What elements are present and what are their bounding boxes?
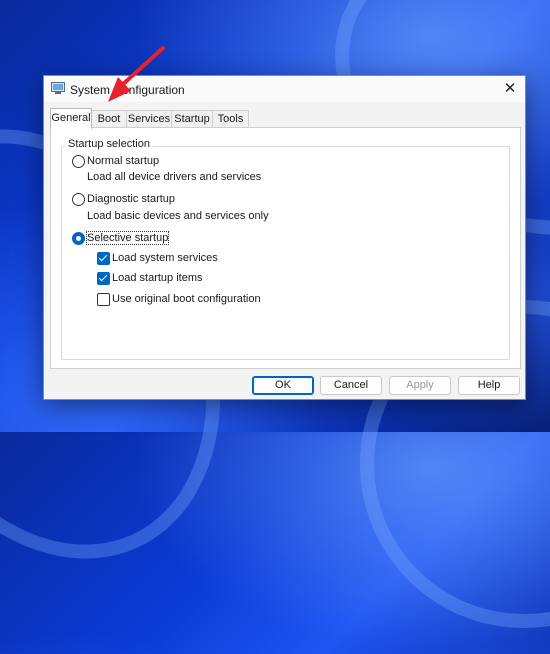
system-configuration-icon: [51, 82, 65, 94]
close-button[interactable]: ✕: [495, 76, 525, 102]
cancel-button[interactable]: Cancel: [320, 376, 382, 395]
general-tab-panel: Startup selection Normal startup Load al…: [50, 127, 521, 369]
normal-startup-radio[interactable]: [72, 155, 85, 168]
title-bar: System Configuration ✕: [44, 76, 525, 102]
tab-boot[interactable]: Boot: [91, 110, 127, 128]
tab-services[interactable]: Services: [126, 110, 172, 128]
load-startup-items-checkbox[interactable]: [97, 272, 110, 285]
close-icon: ✕: [503, 80, 517, 97]
normal-startup-label[interactable]: Normal startup: [87, 155, 159, 167]
selective-startup-label[interactable]: Selective startup: [85, 231, 170, 245]
use-original-boot-configuration-label[interactable]: Use original boot configuration: [112, 293, 261, 305]
selective-startup-radio[interactable]: [72, 232, 85, 245]
window-title: System Configuration: [70, 83, 185, 97]
use-original-boot-configuration-checkbox[interactable]: [97, 293, 110, 306]
help-button[interactable]: Help: [458, 376, 520, 395]
load-system-services-label[interactable]: Load system services: [112, 252, 218, 264]
startup-selection-label: Startup selection: [65, 138, 153, 150]
diagnostic-startup-description: Load basic devices and services only: [87, 210, 269, 222]
diagnostic-startup-label[interactable]: Diagnostic startup: [87, 193, 175, 205]
tab-general[interactable]: General: [50, 108, 92, 129]
apply-button[interactable]: Apply: [389, 376, 451, 395]
tab-tools[interactable]: Tools: [212, 110, 249, 128]
ok-button[interactable]: OK: [252, 376, 314, 395]
system-configuration-dialog: System Configuration ✕ General Boot Serv…: [43, 75, 526, 400]
diagnostic-startup-radio[interactable]: [72, 193, 85, 206]
normal-startup-description: Load all device drivers and services: [87, 171, 262, 183]
load-startup-items-label[interactable]: Load startup items: [112, 272, 203, 284]
load-system-services-checkbox[interactable]: [97, 252, 110, 265]
tab-startup[interactable]: Startup: [171, 110, 213, 128]
